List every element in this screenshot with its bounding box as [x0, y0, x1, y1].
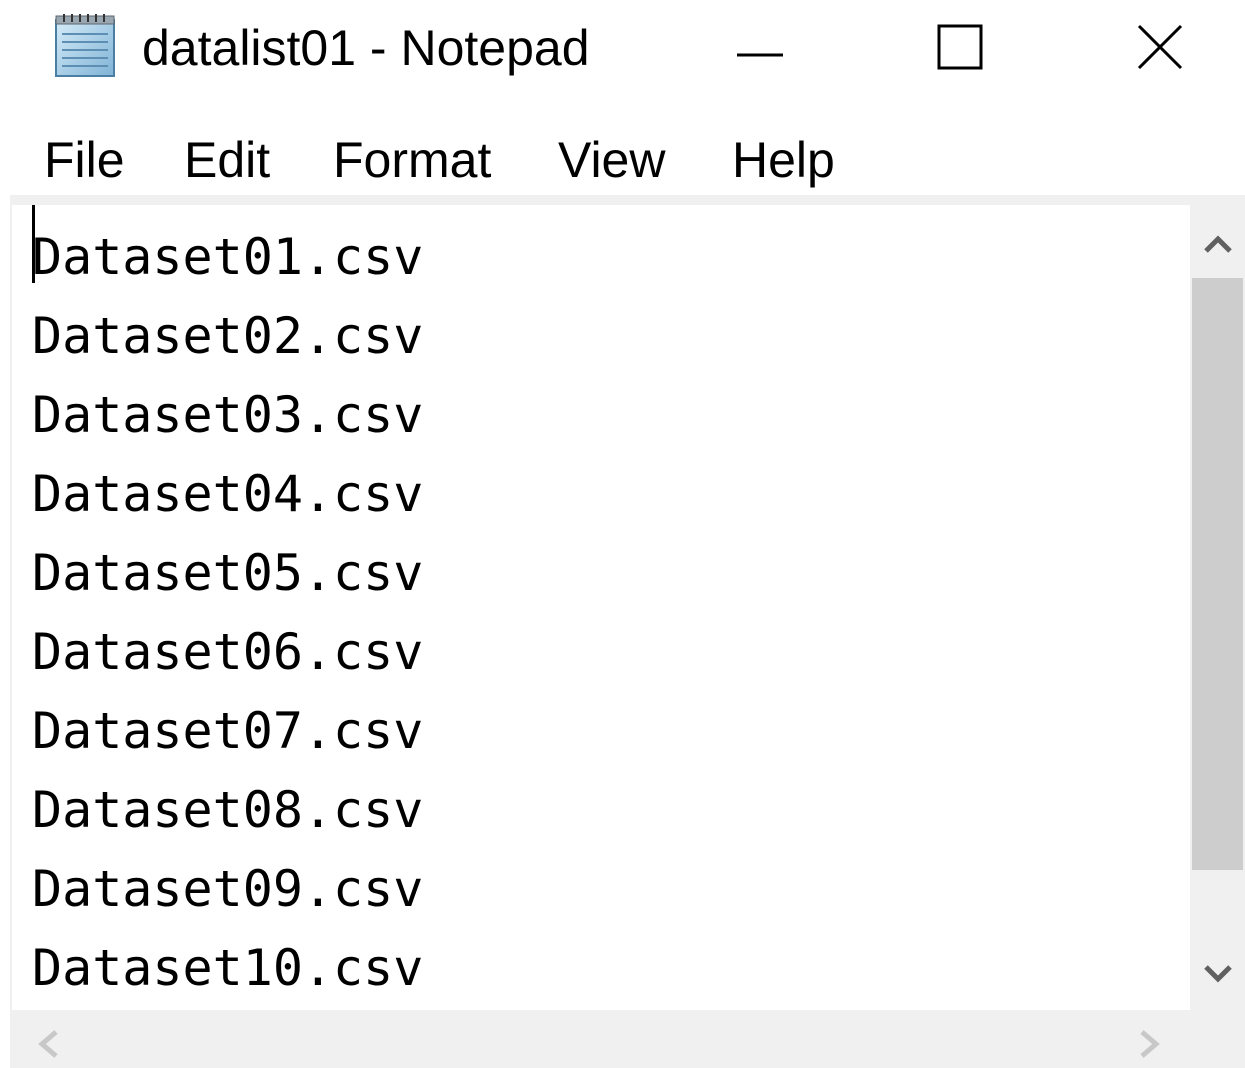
chevron-left-icon[interactable] — [34, 1028, 62, 1060]
menu-bar: File Edit Format View Help — [0, 100, 1245, 195]
window-title: datalist01 - Notepad — [142, 20, 590, 76]
chevron-up-icon[interactable] — [1202, 233, 1234, 257]
chevron-down-icon[interactable] — [1202, 961, 1234, 985]
horizontal-scrollbar[interactable] — [12, 1014, 1190, 1068]
text-lines: Dataset01.csv Dataset02.csv Dataset03.cs… — [32, 218, 423, 1008]
notepad-icon — [55, 14, 115, 77]
chevron-right-icon[interactable] — [1136, 1028, 1164, 1060]
text-line[interactable]: Dataset03.csv — [32, 376, 423, 455]
menu-edit[interactable]: Edit — [184, 128, 270, 192]
menu-file[interactable]: File — [44, 128, 125, 192]
text-line[interactable]: Dataset07.csv — [32, 692, 423, 771]
title-bar[interactable]: datalist01 - Notepad — [0, 0, 1245, 100]
text-line[interactable]: Dataset05.csv — [32, 534, 423, 613]
menu-help[interactable]: Help — [732, 128, 835, 192]
scrollbar-corner — [1190, 1010, 1245, 1068]
menu-view[interactable]: View — [558, 128, 665, 192]
text-line[interactable]: Dataset09.csv — [32, 850, 423, 929]
maximize-icon[interactable] — [915, 10, 1005, 90]
text-line[interactable]: Dataset08.csv — [32, 771, 423, 850]
minimize-icon[interactable] — [715, 10, 805, 90]
text-editor[interactable]: Dataset01.csv Dataset02.csv Dataset03.cs… — [12, 205, 1190, 1010]
text-line[interactable]: Dataset01.csv — [32, 218, 423, 297]
menu-format[interactable]: Format — [333, 128, 491, 192]
vertical-scroll-thumb[interactable] — [1192, 278, 1243, 870]
close-icon[interactable] — [1115, 10, 1205, 90]
text-line[interactable]: Dataset04.csv — [32, 455, 423, 534]
text-line[interactable]: Dataset02.csv — [32, 297, 423, 376]
text-line[interactable]: Dataset06.csv — [32, 613, 423, 692]
vertical-scrollbar[interactable] — [1190, 205, 1245, 1010]
text-line[interactable]: Dataset10.csv — [32, 929, 423, 1008]
